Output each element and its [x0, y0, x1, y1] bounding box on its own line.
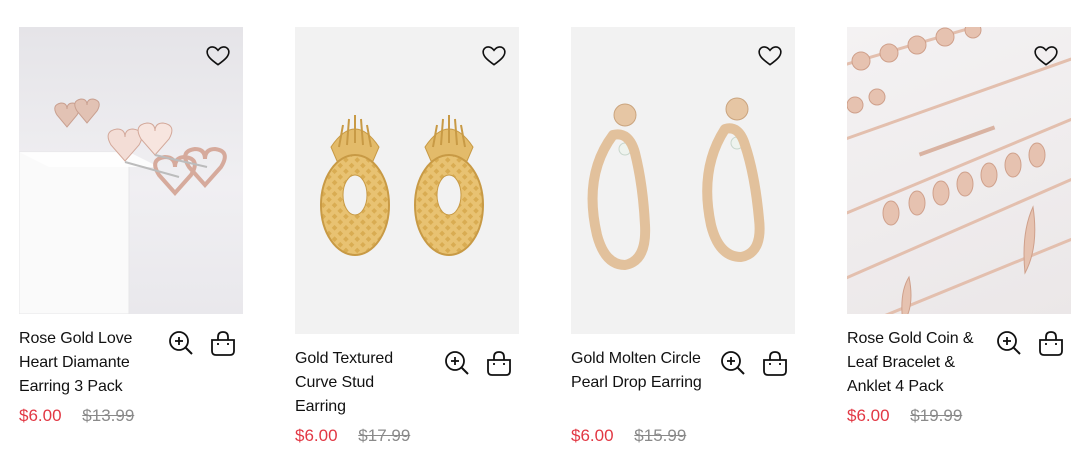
product-prices: $6.00 $13.99 — [19, 406, 134, 426]
wishlist-heart-icon[interactable] — [1033, 43, 1059, 69]
product-actions — [719, 349, 789, 377]
product-photo — [847, 27, 1071, 314]
product-info: Rose Gold Coin & Leaf Bracelet & Anklet … — [847, 327, 1071, 439]
product-photo — [19, 98, 227, 314]
product-image[interactable] — [19, 27, 243, 314]
product-card: Gold Molten Circle Pearl Drop Earring $6… — [571, 27, 795, 459]
sale-price: $6.00 — [847, 406, 890, 425]
product-info: Gold Molten Circle Pearl Drop Earring $6… — [571, 347, 795, 459]
quick-view-zoom-icon[interactable] — [443, 349, 471, 377]
original-price: $13.99 — [82, 406, 135, 425]
product-actions — [995, 329, 1065, 357]
product-title[interactable]: Rose Gold Love Heart Diamante Earring 3 … — [19, 327, 151, 399]
quick-view-zoom-icon[interactable] — [719, 349, 747, 377]
product-title[interactable]: Gold Molten Circle Pearl Drop Earring — [571, 347, 703, 395]
product-actions — [443, 349, 513, 377]
product-photo — [320, 115, 484, 256]
product-prices: $6.00 $15.99 — [571, 426, 686, 446]
product-info: Gold Textured Curve Stud Earring $6.00 $… — [295, 347, 519, 459]
wishlist-heart-icon[interactable] — [205, 43, 231, 69]
add-to-bag-icon[interactable] — [1037, 329, 1065, 357]
quick-view-zoom-icon[interactable] — [995, 329, 1023, 357]
sale-price: $6.00 — [19, 406, 62, 425]
product-photo — [587, 97, 765, 270]
product-card: Rose Gold Love Heart Diamante Earring 3 … — [19, 27, 243, 439]
original-price: $17.99 — [358, 426, 411, 445]
product-image[interactable] — [295, 27, 519, 334]
sale-price: $6.00 — [571, 426, 614, 445]
product-actions — [167, 329, 237, 357]
add-to-bag-icon[interactable] — [761, 349, 789, 377]
wishlist-heart-icon[interactable] — [481, 43, 507, 69]
product-image[interactable] — [571, 27, 795, 334]
add-to-bag-icon[interactable] — [209, 329, 237, 357]
product-grid: Rose Gold Love Heart Diamante Earring 3 … — [0, 0, 1080, 462]
product-prices: $6.00 $17.99 — [295, 426, 410, 446]
product-image[interactable] — [847, 27, 1071, 314]
quick-view-zoom-icon[interactable] — [167, 329, 195, 357]
product-prices: $6.00 $19.99 — [847, 406, 962, 426]
product-title[interactable]: Gold Textured Curve Stud Earring — [295, 347, 427, 419]
product-card: Gold Textured Curve Stud Earring $6.00 $… — [295, 27, 519, 459]
sale-price: $6.00 — [295, 426, 338, 445]
product-info: Rose Gold Love Heart Diamante Earring 3 … — [19, 327, 243, 439]
product-title[interactable]: Rose Gold Coin & Leaf Bracelet & Anklet … — [847, 327, 979, 399]
product-card: Rose Gold Coin & Leaf Bracelet & Anklet … — [847, 27, 1071, 439]
wishlist-heart-icon[interactable] — [757, 43, 783, 69]
original-price: $15.99 — [634, 426, 687, 445]
add-to-bag-icon[interactable] — [485, 349, 513, 377]
original-price: $19.99 — [910, 406, 963, 425]
